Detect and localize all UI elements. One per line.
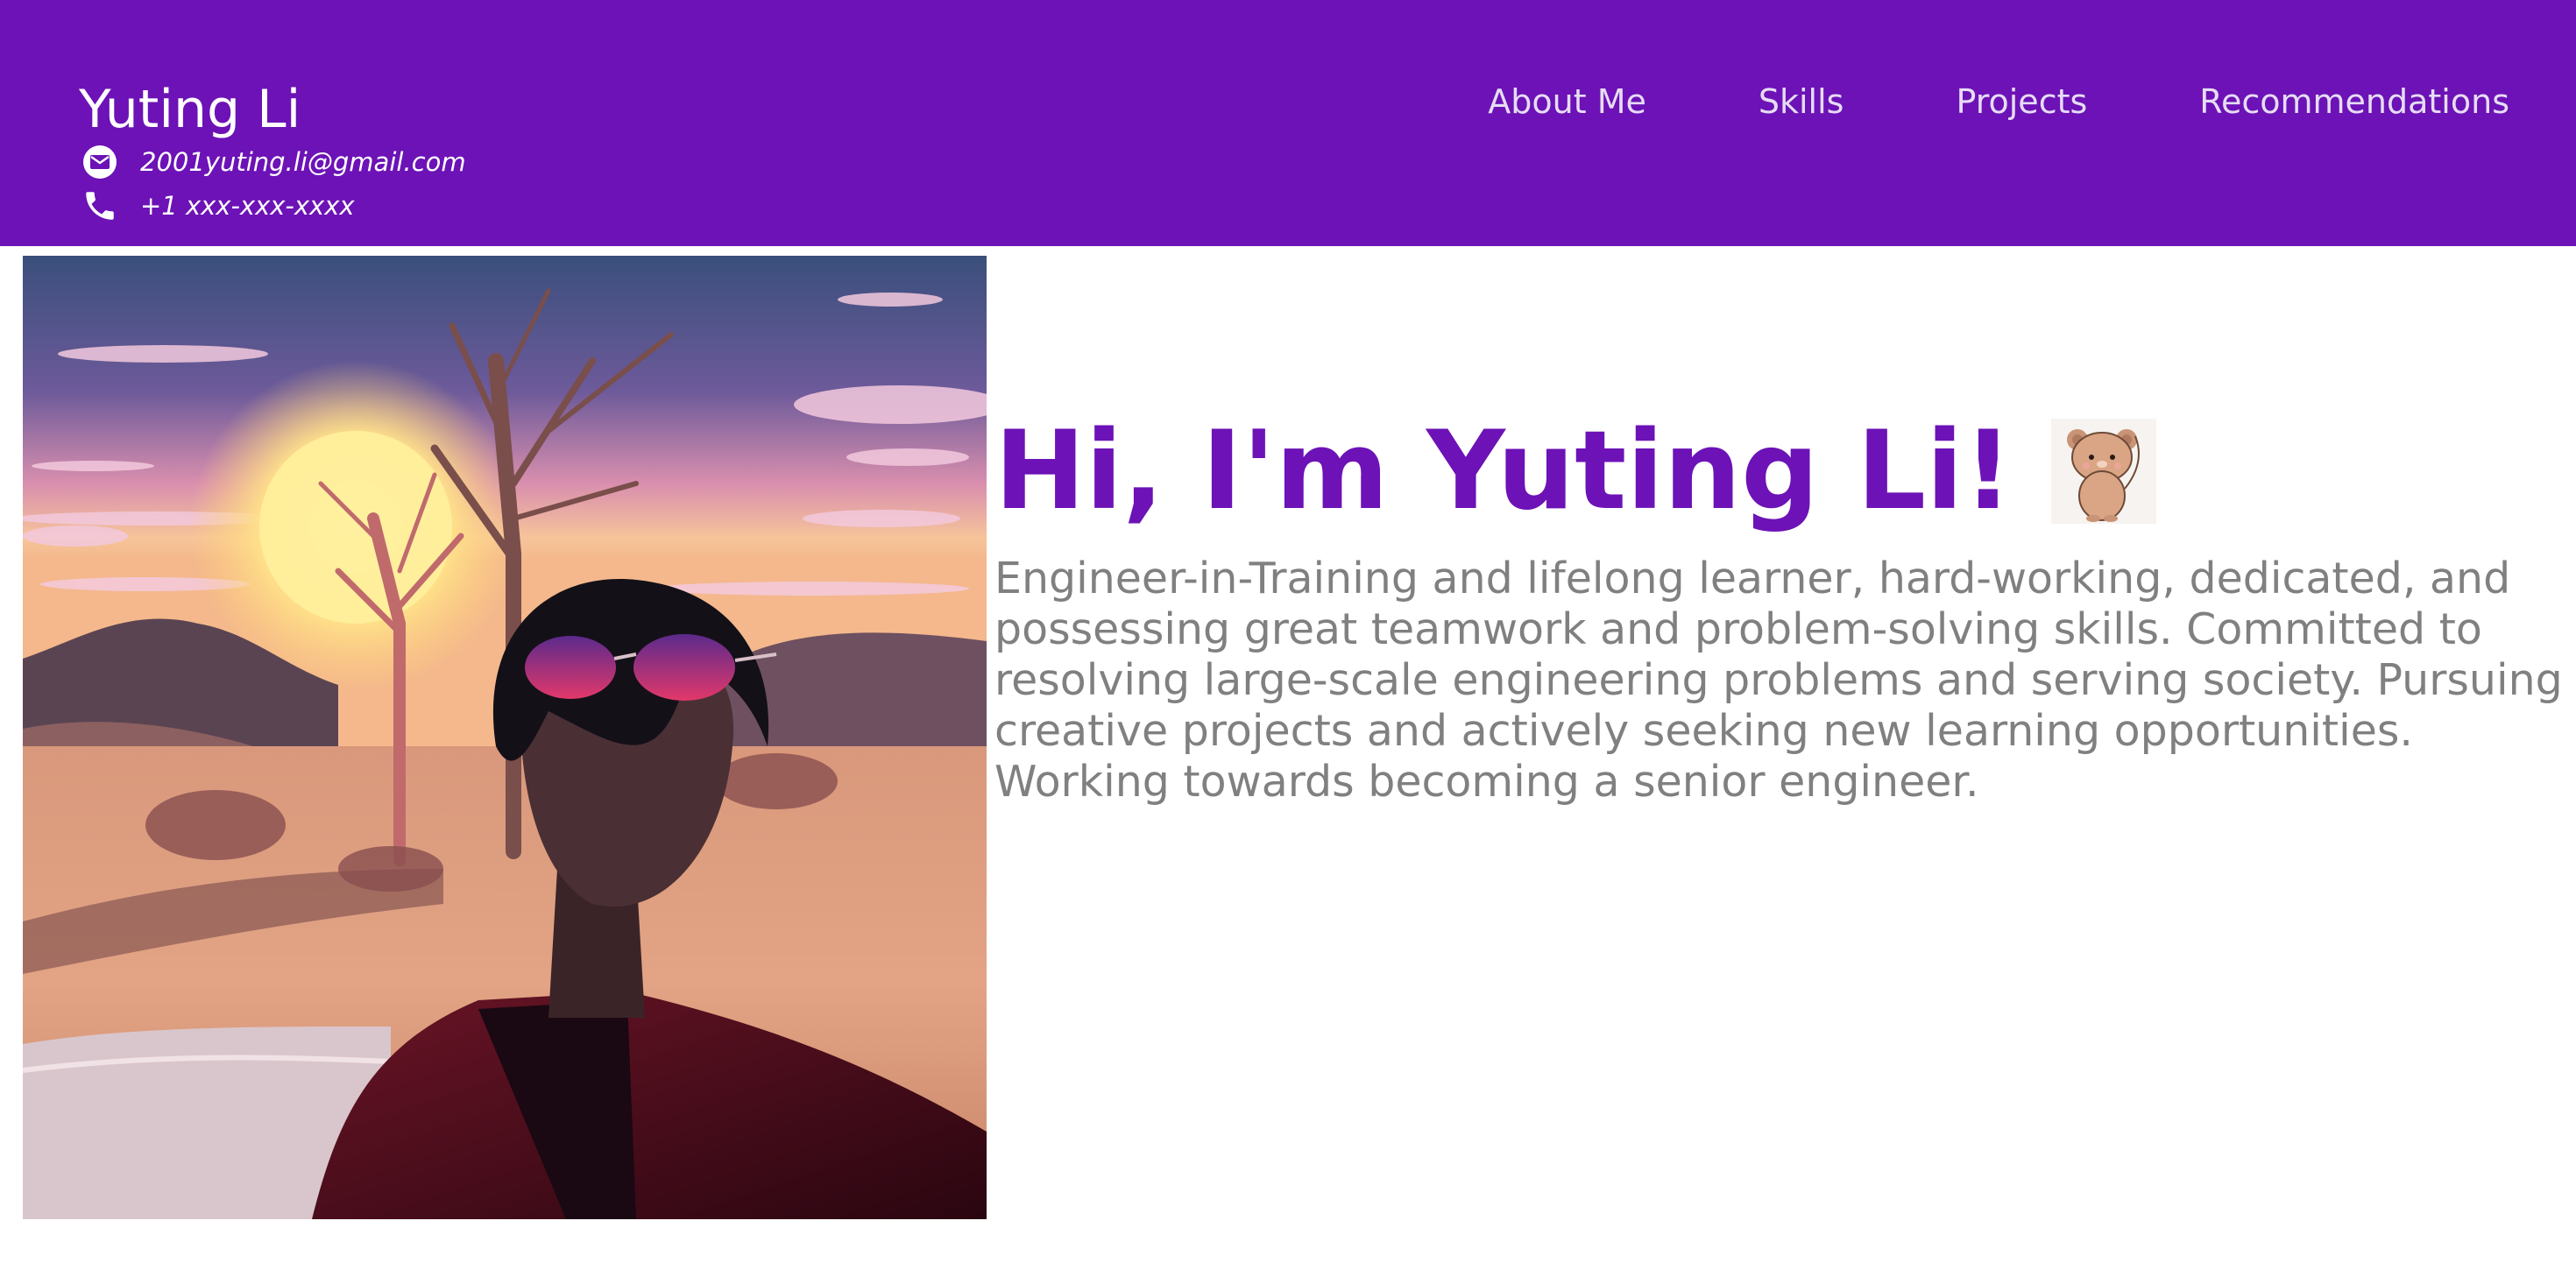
phone-number[interactable]: +1 xxx-xxx-xxxx (140, 191, 355, 221)
nav-recommendations[interactable]: Recommendations (2199, 77, 2509, 126)
hero-bio: Engineer-in-Training and lifelong learne… (994, 554, 2563, 807)
bear-sticker (2051, 419, 2157, 524)
site-header: Yuting Li 2001yuting.li@gmail.com +1 xxx… (0, 0, 2576, 246)
nav-skills[interactable]: Skills (1759, 77, 1844, 126)
hero-heading: Hi, I'm Yuting Li! (994, 408, 2013, 534)
nav-projects[interactable]: Projects (1956, 77, 2087, 126)
email-contact: 2001yuting.li@gmail.com (81, 142, 466, 182)
phone-icon (81, 187, 119, 225)
envelope-icon (81, 143, 119, 181)
main-nav: About Me Skills Projects Recommendations (1488, 77, 2509, 126)
email-address[interactable]: 2001yuting.li@gmail.com (140, 147, 466, 177)
nav-about-me[interactable]: About Me (1488, 77, 1646, 126)
portrait-photo (23, 256, 987, 1219)
site-owner-name: Yuting Li (79, 79, 301, 140)
hero-intro: Hi, I'm Yuting Li! Engineer-in-Training … (994, 401, 2563, 808)
hero-heading-row: Hi, I'm Yuting Li! (994, 401, 2563, 541)
phone-contact: +1 xxx-xxx-xxxx (81, 186, 355, 226)
